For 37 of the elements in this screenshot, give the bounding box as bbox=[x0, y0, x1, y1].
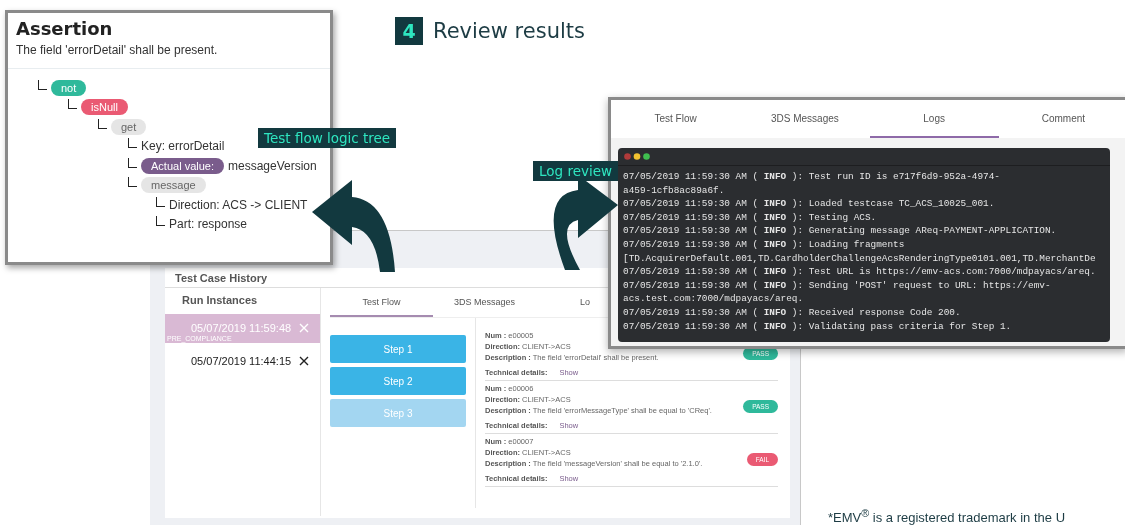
column-title: Run Instances bbox=[181, 293, 259, 308]
tree-node: Actual value: bbox=[141, 157, 224, 174]
close-icon[interactable] bbox=[299, 355, 310, 366]
tree-leaf: Key: errorDetail bbox=[141, 139, 225, 154]
step-number: 4 bbox=[395, 17, 423, 45]
tab[interactable]: 3DS Messages bbox=[740, 100, 870, 138]
tree-leaf: Part: response bbox=[169, 217, 248, 232]
footnote: *EMV$^{®}$ is a registered trademark in the U bbox=[828, 507, 1066, 525]
tree-node: not bbox=[51, 79, 87, 96]
callout-label: Log review bbox=[533, 161, 619, 181]
log-line: a459-1cfb8ac89a6f. bbox=[623, 183, 726, 198]
section-title: Review results bbox=[433, 19, 585, 43]
run-instance[interactable]: 05/07/2019 11:44:15 bbox=[165, 347, 320, 376]
tab[interactable]: Test Flow bbox=[611, 100, 741, 138]
window-controls-icon bbox=[624, 153, 650, 160]
tree-node: get bbox=[111, 118, 147, 135]
tree-leaf: Direction: ACS -> CLIENT bbox=[169, 197, 308, 212]
tab[interactable]: Comment bbox=[998, 100, 1125, 138]
callout-label: Test flow logic tree bbox=[258, 128, 397, 148]
tree-node: message bbox=[141, 177, 206, 194]
tree-value: messageVersion bbox=[228, 158, 317, 173]
log-line: 07/05/2019 11:59:30 AM ( INFO ): Received response Code 200. bbox=[623, 305, 962, 320]
log-line: 07/05/2019 11:59:30 AM ( INFO ): Testing ACS. bbox=[623, 210, 878, 225]
log-line: acs.test.com:7000/mdpayacs/areq. bbox=[623, 292, 805, 306]
tree-node: isNull bbox=[81, 99, 128, 116]
log-line: 07/05/2019 11:59:30 AM ( INFO ): Test run ID is e717f6d9-952a-4974- bbox=[623, 170, 1001, 184]
tab[interactable]: Test Flow bbox=[330, 288, 433, 317]
log-line: 07/05/2019 11:59:30 AM ( INFO ): Generating message AReq-PAYMENT-APPLICATION. bbox=[623, 224, 1058, 238]
log-line: [TD.AcquirerDefault.001,TD.CardholderChallengeAcsRenderingType0101.001,TD.MerchantDe bbox=[623, 251, 1097, 266]
popup-title: Assertion bbox=[15, 17, 114, 39]
log-line: 07/05/2019 11:59:30 AM ( INFO ): Loading fragments bbox=[623, 237, 906, 252]
log-line: 07/05/2019 11:59:30 AM ( INFO ): Loaded testcase TC_ACS_10025_001. bbox=[623, 197, 996, 211]
tab[interactable]: Logs bbox=[869, 100, 999, 138]
tab[interactable]: 3DS Messages bbox=[433, 288, 536, 317]
log-line: 07/05/2019 11:59:30 AM ( INFO ): Validating pass criteria for Step 1. bbox=[623, 319, 1013, 334]
popup-subtitle: The field 'errorDetail' shall be present. bbox=[8, 39, 330, 69]
tab[interactable]: Lo bbox=[536, 288, 594, 317]
